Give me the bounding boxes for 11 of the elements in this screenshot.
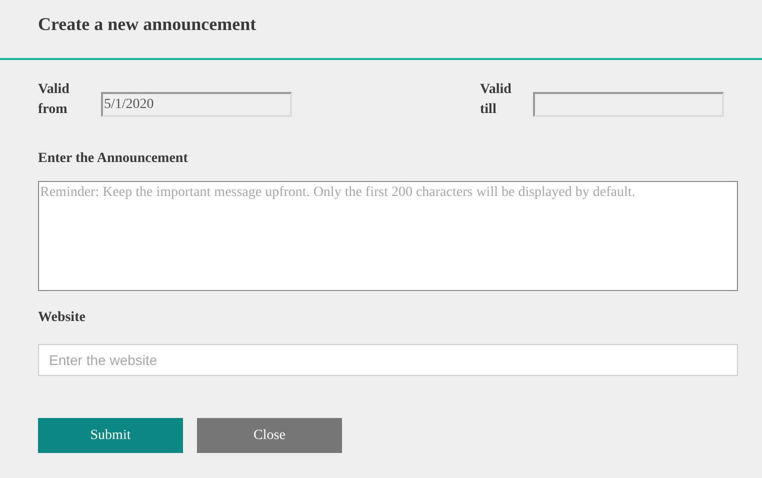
date-field[interactable]: 5/1/2020 <box>101 92 292 117</box>
submit-button[interactable]: Submit <box>38 418 183 453</box>
announcement-label: Enter the Announcement <box>38 150 188 168</box>
date-field[interactable] <box>533 92 724 117</box>
website-label: Website <box>38 309 86 327</box>
website-field[interactable]: Enter the website <box>38 344 738 376</box>
date-label: Valid from <box>38 81 70 119</box>
dialog-title: Create a new announcement <box>38 12 256 36</box>
close-button[interactable]: Close <box>197 418 342 453</box>
announcement-field[interactable]: Reminder: Keep the important message upfront. Only the first 200 characters will be displayed by default. <box>38 181 738 291</box>
date-label: Valid till <box>480 81 512 119</box>
